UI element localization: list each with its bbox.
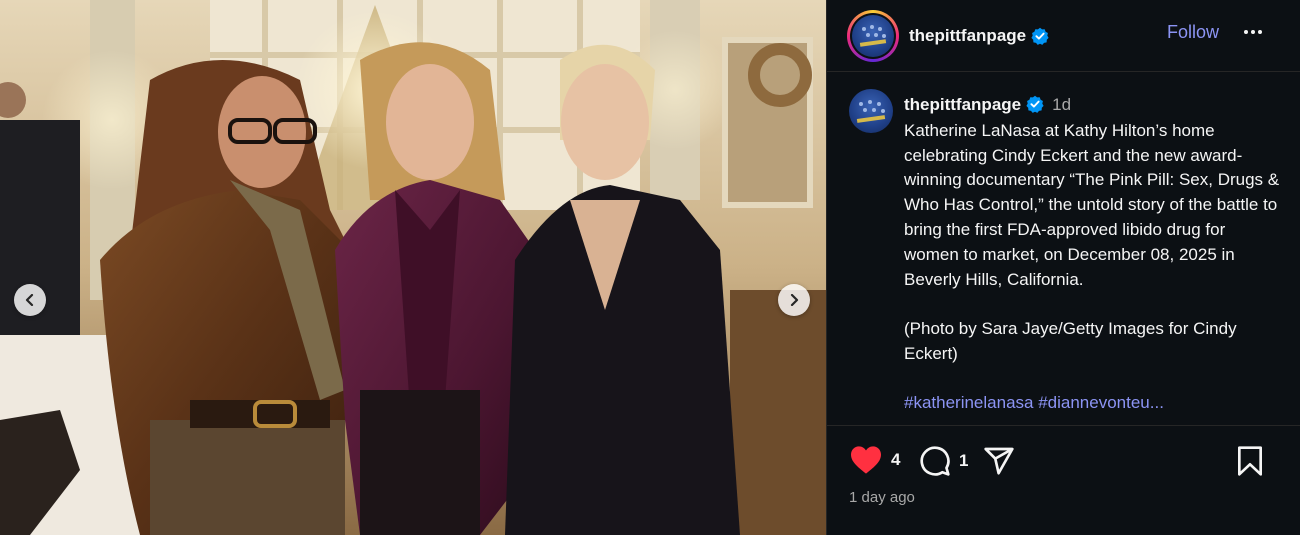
caption-hashtags[interactable]: #katherinelanasa #diannevonteu... — [904, 391, 1284, 416]
caption-body: Katherine LaNasa at Kathy Hilton’s home … — [904, 120, 1280, 363]
follow-button[interactable]: Follow — [1167, 22, 1219, 43]
share-button[interactable] — [983, 445, 1015, 477]
caption-username[interactable]: thepittfanpage — [904, 95, 1021, 114]
caption-time[interactable]: 1d — [1052, 95, 1071, 114]
avatar-pattern — [859, 24, 887, 47]
verified-badge-icon — [1026, 95, 1044, 113]
profile-avatar[interactable] — [847, 9, 899, 62]
post-timestamp[interactable]: 1 day ago — [849, 489, 915, 506]
paper-plane-icon — [984, 447, 1014, 475]
more-options-button[interactable] — [1239, 20, 1267, 44]
post-side-panel: thepittfanpage Follow thepittfanpage 1d — [826, 0, 1300, 535]
like-button[interactable]: 4 — [849, 445, 900, 475]
carousel-prev-button[interactable] — [14, 284, 46, 316]
post-username[interactable]: thepittfanpage — [909, 26, 1026, 46]
more-dot — [1244, 30, 1248, 34]
like-count[interactable]: 4 — [891, 450, 900, 470]
chevron-right-icon — [790, 294, 799, 306]
avatar-frame — [850, 12, 896, 59]
post-photo[interactable] — [0, 0, 826, 535]
heart-filled-icon — [851, 446, 881, 474]
more-dot — [1251, 30, 1255, 34]
more-dot — [1258, 30, 1262, 34]
post-header: thepittfanpage Follow — [827, 0, 1300, 72]
caption-header: thepittfanpage 1d — [904, 93, 1284, 118]
comment-bubble-icon — [920, 446, 950, 476]
chevron-left-icon — [25, 294, 34, 306]
caption-avatar-pattern — [856, 100, 886, 123]
bookmark-icon — [1238, 446, 1262, 476]
carousel-next-button[interactable] — [778, 284, 810, 316]
avatar-image — [852, 14, 894, 57]
save-button[interactable] — [1235, 445, 1265, 477]
verified-badge-icon — [1031, 27, 1049, 45]
photo-scene — [0, 0, 826, 535]
caption-avatar[interactable] — [849, 89, 893, 133]
comment-count[interactable]: 1 — [959, 451, 968, 471]
post-actions: 4 1 1 day ago — [827, 425, 1300, 535]
comment-button[interactable]: 1 — [919, 445, 968, 477]
caption-section: thepittfanpage 1d Katherine LaNasa at Ka… — [827, 73, 1300, 425]
caption-text: thepittfanpage 1d Katherine LaNasa at Ka… — [904, 93, 1284, 416]
